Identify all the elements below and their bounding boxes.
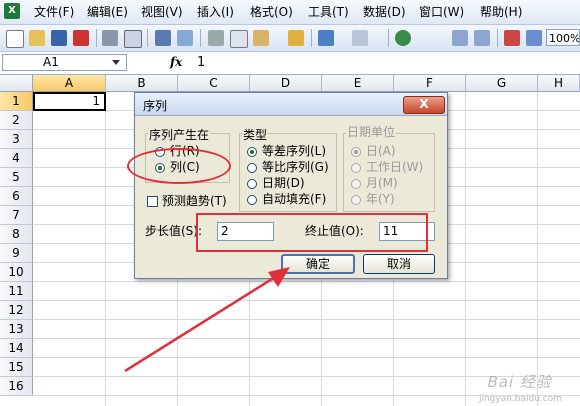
watermark-logo: Bai 经验 [487, 373, 552, 391]
arrow-shaft [124, 272, 281, 373]
arrow-head [268, 267, 290, 287]
watermark-url: jingyan.baidu.com [478, 394, 562, 404]
annotation-arrow [124, 267, 290, 373]
